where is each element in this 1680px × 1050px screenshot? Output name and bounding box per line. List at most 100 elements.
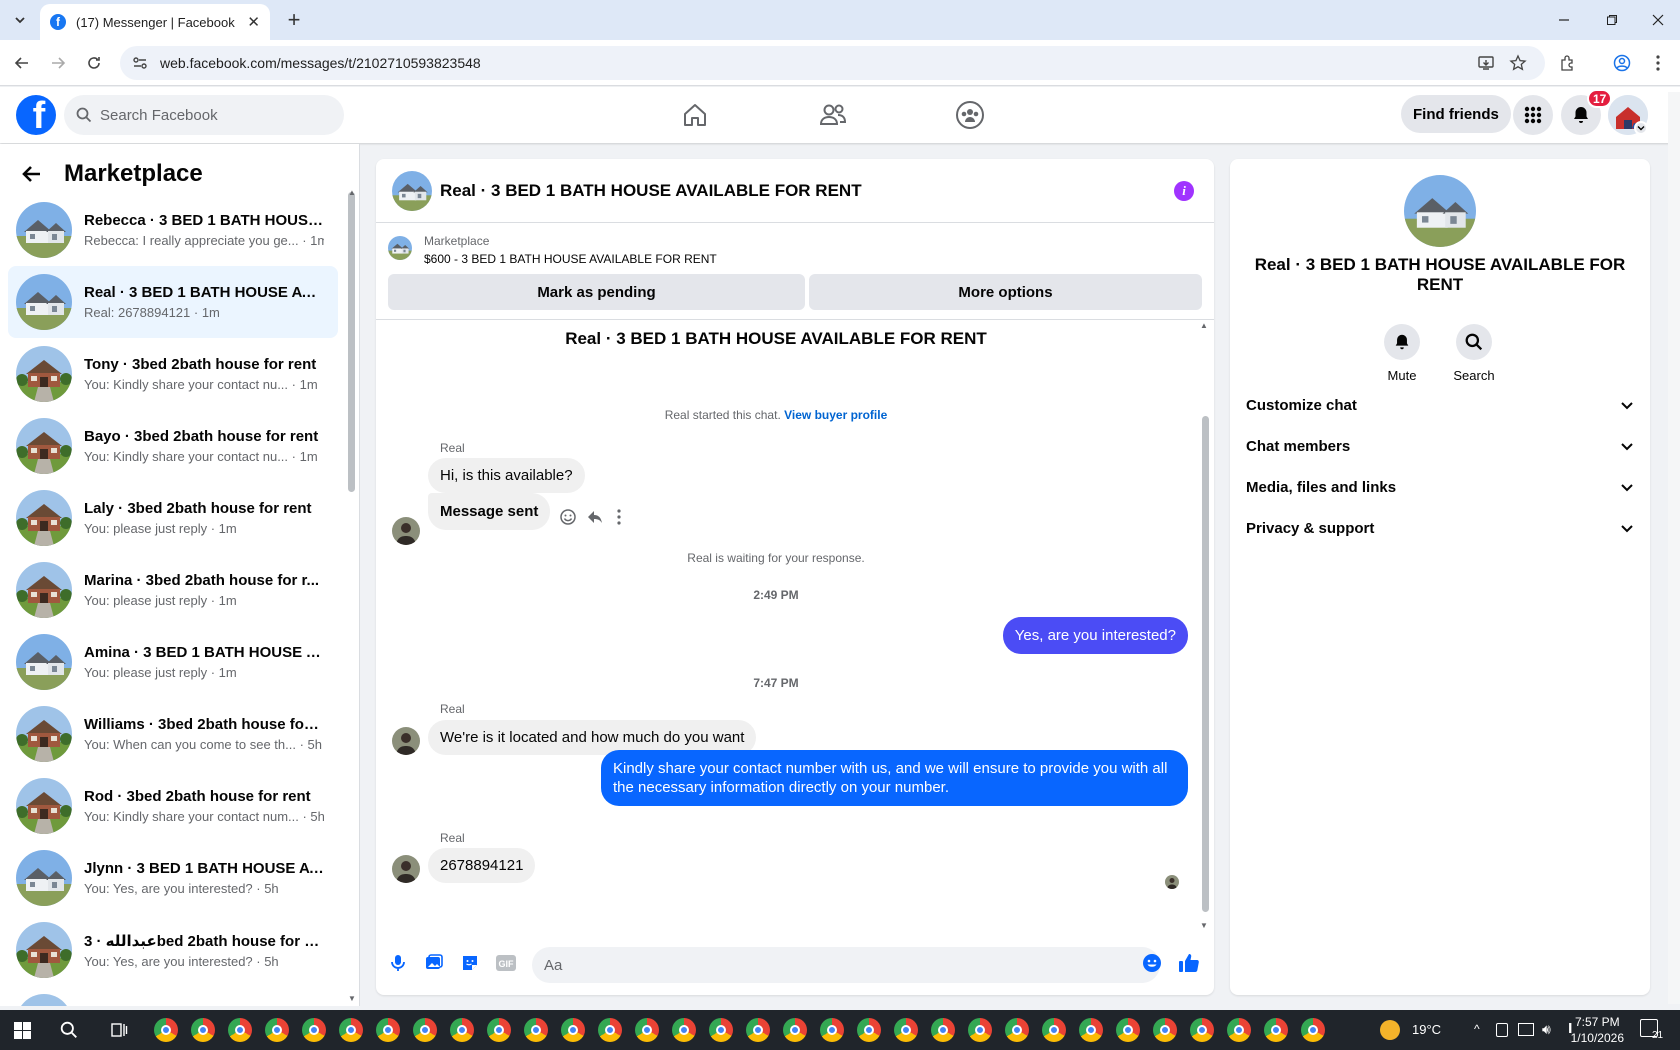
taskbar-app-icon[interactable] (783, 1018, 807, 1042)
taskbar-app-icon[interactable] (820, 1018, 844, 1042)
scroll-up-arrow-icon[interactable]: ▲ (348, 188, 356, 197)
taskbar-app-icon[interactable] (339, 1018, 363, 1042)
taskbar-search-icon[interactable] (60, 1021, 78, 1039)
react-emoji-icon[interactable] (559, 508, 577, 526)
message-input-box[interactable] (532, 947, 1160, 983)
outgoing-message[interactable]: Yes, are you interested? (1002, 617, 1188, 654)
taskbar-app-icon[interactable] (413, 1018, 437, 1042)
details-section-row[interactable]: Customize chat (1246, 385, 1634, 425)
taskbar-app-icon[interactable] (228, 1018, 252, 1042)
emoji-button[interactable] (1140, 951, 1164, 975)
weather-icon[interactable] (1380, 1020, 1400, 1040)
conversation-item[interactable]: Tony · 3bed 2bath house for rent You: Kin… (8, 338, 338, 410)
taskbar-app-icon[interactable] (561, 1018, 585, 1042)
conversation-item[interactable]: عبدالله · 3bed 2bath house for rent You: … (8, 914, 338, 986)
details-section-row[interactable]: Privacy & support (1246, 508, 1634, 548)
taskbar-app-icon[interactable] (450, 1018, 474, 1042)
chat-title[interactable]: Real · 3 BED 1 BATH HOUSE AVAILABLE FOR … (440, 181, 862, 201)
taskbar-app-icon[interactable] (191, 1018, 215, 1042)
account-chevron-icon[interactable] (1634, 121, 1648, 135)
scroll-down-arrow-icon[interactable]: ▼ (1200, 921, 1208, 930)
tab-search-button[interactable] (8, 8, 32, 32)
taskbar-app-icon[interactable] (1005, 1018, 1029, 1042)
taskbar-app-icon[interactable] (302, 1018, 326, 1042)
mark-as-pending-button[interactable]: Mark as pending (388, 274, 805, 310)
sticker-button[interactable] (458, 951, 482, 975)
taskbar-app-icon[interactable] (1190, 1018, 1214, 1042)
taskbar-app-icon[interactable] (524, 1018, 548, 1042)
sender-avatar[interactable] (392, 517, 420, 545)
back-arrow-button[interactable] (16, 158, 48, 190)
taskbar-app-icon[interactable] (598, 1018, 622, 1042)
reply-icon[interactable] (586, 508, 604, 526)
taskbar-app-icon[interactable] (1153, 1018, 1177, 1042)
minimize-window-button[interactable] (1552, 8, 1576, 32)
address-bar[interactable]: web.facebook.com/messages/t/210271059382… (120, 46, 1545, 80)
conversation-item[interactable]: Rebecca · 3 BED 1 BATH HOUSE ... Rebecca:… (8, 194, 338, 266)
conversation-item[interactable]: Bayo · 3bed 2bath house for rent You: Kin… (8, 410, 338, 482)
listing-price-title[interactable]: $600 - 3 BED 1 BATH HOUSE AVAILABLE FOR … (424, 252, 717, 266)
nav-groups-button[interactable] (914, 95, 1026, 135)
facebook-logo-icon[interactable]: f (16, 95, 56, 135)
chat-avatar[interactable] (392, 170, 432, 211)
task-view-icon[interactable] (110, 1021, 128, 1039)
details-section-row[interactable]: Chat members (1246, 426, 1634, 466)
restore-window-button[interactable] (1600, 8, 1624, 32)
browser-profile-icon[interactable] (1610, 51, 1634, 75)
scroll-down-arrow-icon[interactable]: ▼ (348, 994, 356, 1003)
taskbar-app-icon[interactable] (1116, 1018, 1140, 1042)
scroll-up-arrow-icon[interactable]: ▲ (1200, 321, 1208, 330)
outgoing-message[interactable]: Kindly share your contact number with us… (601, 750, 1188, 806)
tray-device-icon[interactable] (1496, 1023, 1508, 1037)
taskbar-app-icon[interactable] (1079, 1018, 1103, 1042)
nav-home-button[interactable] (639, 95, 751, 135)
taskbar-app-icon[interactable] (1227, 1018, 1251, 1042)
close-window-button[interactable] (1646, 8, 1670, 32)
listing-thumbnail[interactable] (388, 236, 412, 260)
forward-button[interactable] (46, 51, 70, 75)
thread-scrollbar[interactable] (1202, 416, 1209, 912)
taskbar-app-icon[interactable] (672, 1018, 696, 1042)
view-buyer-profile-link[interactable]: View buyer profile (784, 408, 887, 422)
browser-tab-active[interactable]: f (17) Messenger | Facebook ✕ (40, 4, 270, 40)
nav-friends-button[interactable] (777, 95, 889, 135)
tray-chevron-up-icon[interactable]: ^ (1474, 1022, 1480, 1036)
weather-temperature[interactable]: 19°C (1412, 1022, 1441, 1037)
taskbar-app-icon[interactable] (746, 1018, 770, 1042)
conversation-item[interactable]: Marina · 3bed 2bath house for r... You: p… (8, 554, 338, 626)
page-scrollbar[interactable] (1668, 92, 1680, 1004)
sender-avatar[interactable] (392, 855, 420, 883)
back-button[interactable] (10, 51, 34, 75)
taskbar-app-icon[interactable] (857, 1018, 881, 1042)
incoming-message[interactable]: 2678894121 (428, 848, 536, 883)
install-app-icon[interactable] (1474, 51, 1498, 75)
search-action[interactable]: Search (1444, 324, 1504, 383)
conversation-item[interactable]: Jlynn · 3 BED 1 BATH HOUSE AV... You: Yes… (8, 842, 338, 914)
taskbar-app-icon[interactable] (265, 1018, 289, 1042)
conversation-item[interactable]: Real · 3 BED 1 BATH HOUSE AVA... Real: 26… (8, 266, 338, 338)
close-tab-icon[interactable]: ✕ (247, 13, 260, 31)
conversation-item[interactable]: Horus · 3bed 2bath house for rent (8, 986, 338, 1006)
taskbar-app-icon[interactable] (709, 1018, 733, 1042)
info-icon[interactable]: i (1174, 181, 1194, 201)
taskbar-app-icon[interactable] (635, 1018, 659, 1042)
taskbar-app-icon[interactable] (376, 1018, 400, 1042)
attach-photo-button[interactable] (422, 951, 446, 975)
taskbar-app-icon[interactable] (1264, 1018, 1288, 1042)
taskbar-app-icon[interactable] (968, 1018, 992, 1042)
taskbar-app-icon[interactable] (154, 1018, 178, 1042)
incoming-message[interactable]: Hi, is this available? (428, 458, 585, 493)
taskbar-clock[interactable]: 7:57 PM 1/10/2026 (1571, 1014, 1624, 1046)
conversation-item[interactable]: Rod · 3bed 2bath house for rent You: Kind… (8, 770, 338, 842)
taskbar-app-icon[interactable] (894, 1018, 918, 1042)
conversation-item[interactable]: Amina · 3 BED 1 BATH HOUSE A... You: plea… (8, 626, 338, 698)
windows-start-icon[interactable] (14, 1022, 31, 1039)
conversation-item[interactable]: Laly · 3bed 2bath house for rent You: ple… (8, 482, 338, 554)
taskbar-app-icon[interactable] (487, 1018, 511, 1042)
new-tab-button[interactable]: + (282, 7, 306, 32)
voice-clip-button[interactable] (386, 951, 410, 975)
volume-icon[interactable]: 🔊︎ (1542, 1021, 1551, 1038)
taskbar-app-icon[interactable] (1301, 1018, 1325, 1042)
facebook-search-box[interactable] (64, 95, 344, 135)
find-friends-button[interactable]: Find friends (1401, 95, 1511, 133)
